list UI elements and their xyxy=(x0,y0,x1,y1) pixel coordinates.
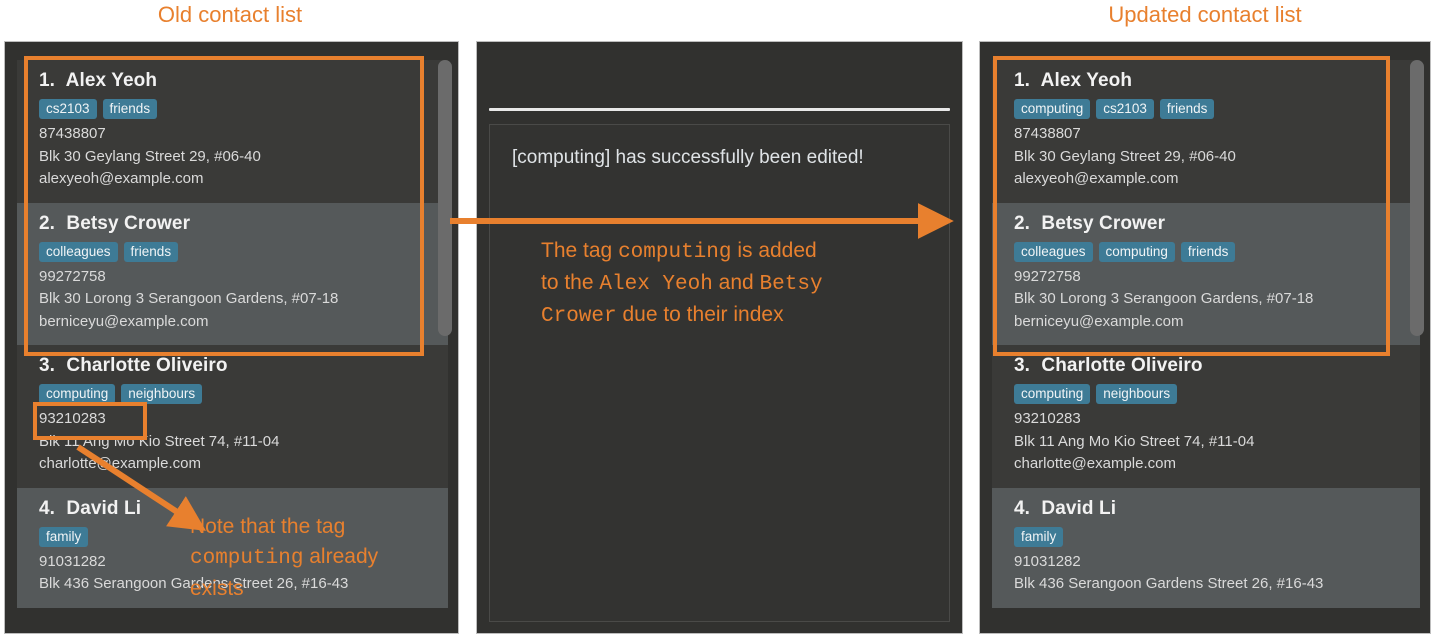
contact-phone: 99272758 xyxy=(1014,267,1081,285)
contact-address: Blk 30 Lorong 3 Serangoon Gardens, #07-1… xyxy=(39,290,339,307)
tag-chip: colleagues xyxy=(39,241,118,262)
anno-mid-line1b: is added xyxy=(731,239,817,262)
contact-card[interactable]: 3. Charlotte Oliveiro computing neighbours… xyxy=(17,345,448,488)
tag-chip: friends xyxy=(1180,241,1236,262)
contact-index: 4. xyxy=(39,497,56,519)
updated-contact-list[interactable]: 1. Alex Yeoh computing cs2103 friends 874388… xyxy=(980,42,1430,633)
contact-phone: 93210283 xyxy=(39,410,106,427)
contact-index: 3. xyxy=(39,355,56,376)
contact-phone: 87438807 xyxy=(1014,125,1081,142)
tag-chip: friends xyxy=(1159,99,1215,119)
anno-mid-line2b: and xyxy=(712,271,760,294)
tag-chip: family xyxy=(1014,526,1064,547)
anno-left-line3: exists xyxy=(190,577,244,600)
tag-chip: computing xyxy=(39,384,116,404)
contact-name: 1. Alex Yeoh xyxy=(1014,70,1133,91)
contact-card[interactable]: 1. Alex Yeoh computing cs2103 friends 874388… xyxy=(992,60,1420,203)
contact-name: 2. Betsy Crower xyxy=(39,212,191,234)
anno-mid-line1a: The tag xyxy=(541,239,619,262)
contact-address: Blk 30 Geylang Street 29, #06-40 xyxy=(1014,147,1236,165)
anno-mid-line2-mono2: Betsy xyxy=(759,273,823,296)
tag-chip: neighbours xyxy=(121,384,203,404)
tag-chip: computing xyxy=(1098,241,1175,262)
updated-contact-list-items: 1. Alex Yeoh computing cs2103 friends 874388… xyxy=(992,60,1420,608)
caption-old-contact-list: Old contact list xyxy=(157,2,303,27)
anno-mid-line3-mono: Crower xyxy=(541,305,617,328)
contact-tags: family xyxy=(1014,526,1408,548)
contact-index: 4. xyxy=(1014,497,1031,519)
app-command-result-window: [computing] has successfully been edited… xyxy=(476,41,963,634)
anno-left-line2b: already xyxy=(303,545,379,568)
contact-name: 2. Betsy Crower xyxy=(1014,212,1166,234)
contact-email: alexyeoh@example.com xyxy=(1014,170,1179,187)
result-display-box: [computing] has successfully been edited… xyxy=(489,124,950,622)
contact-tags: colleagues friends xyxy=(39,241,436,263)
contact-phone: 93210283 xyxy=(1014,410,1081,427)
updated-contact-list-window: 1. Alex Yeoh computing cs2103 friends 874388… xyxy=(979,41,1431,634)
contact-tags: computing neighbours xyxy=(1014,384,1408,405)
contact-phone: 91031282 xyxy=(1014,552,1081,570)
tag-chip: cs2103 xyxy=(39,99,97,119)
old-list-scrollbar[interactable] xyxy=(438,60,452,615)
contact-tags: computing cs2103 friends xyxy=(1014,99,1408,120)
contact-email: alexyeoh@example.com xyxy=(39,170,204,187)
tag-chip: colleagues xyxy=(1014,241,1093,262)
contact-address: Blk 30 Geylang Street 29, #06-40 xyxy=(39,147,261,165)
anno-left-mono: computing xyxy=(190,547,304,570)
contact-index: 3. xyxy=(1014,355,1031,376)
annotation-tag-added-note: The tag computing is added to the Alex Y… xyxy=(541,236,941,332)
contact-phone: 87438807 xyxy=(39,125,106,142)
contact-email: berniceyu@example.com xyxy=(39,312,209,330)
result-message: [computing] has successfully been edited… xyxy=(512,147,864,168)
updated-list-scrollbar-thumb[interactable] xyxy=(1410,60,1424,336)
contact-card[interactable]: 2. Betsy Crower colleagues friends 99272758… xyxy=(17,202,448,345)
tag-chip: computing xyxy=(1014,384,1091,404)
contact-name: 3. Charlotte Oliveiro xyxy=(1014,355,1203,376)
contact-tags: cs2103 friends xyxy=(39,99,436,120)
contact-address: Blk 436 Serangoon Gardens Street 26, #16… xyxy=(1014,575,1324,592)
contact-phone: 99272758 xyxy=(39,267,106,285)
contact-card[interactable]: 1. Alex Yeoh cs2103 friends 87438807 Blk 30 … xyxy=(17,60,448,203)
anno-mid-line2-mono: Alex Yeoh xyxy=(599,273,713,296)
contact-name: 3. Charlotte Oliveiro xyxy=(39,355,228,376)
contact-card[interactable]: 4. David Li family 91031282 Blk 436 Serango… xyxy=(992,487,1420,608)
anno-left-line1: Note that the tag xyxy=(190,515,346,538)
contact-index: 2. xyxy=(39,212,56,234)
contact-index: 1. xyxy=(39,70,56,91)
contact-card[interactable]: 2. Betsy Crower colleagues computing friend… xyxy=(992,202,1420,345)
anno-mid-line2a: to the xyxy=(541,271,600,294)
old-list-scrollbar-thumb[interactable] xyxy=(438,60,452,336)
updated-list-scrollbar[interactable] xyxy=(1410,60,1424,615)
comparison-figure: Old contact list Updated contact list 1.… xyxy=(0,0,1435,637)
tag-chip: cs2103 xyxy=(1096,99,1154,119)
contact-address: Blk 11 Ang Mo Kio Street 74, #11-04 xyxy=(1014,432,1255,450)
contact-email: charlotte@example.com xyxy=(39,455,201,472)
tag-chip: family xyxy=(39,526,89,547)
contact-name: 4. David Li xyxy=(1014,497,1117,519)
tag-chip: friends xyxy=(102,99,158,119)
tag-chip: friends xyxy=(123,241,179,262)
contact-email: charlotte@example.com xyxy=(1014,455,1176,472)
contact-card[interactable]: 3. Charlotte Oliveiro computing neighbours… xyxy=(992,345,1420,488)
tag-chip: neighbours xyxy=(1096,384,1178,404)
command-box-divider xyxy=(489,108,950,111)
contact-index: 1. xyxy=(1014,70,1031,91)
contact-address: Blk 30 Lorong 3 Serangoon Gardens, #07-1… xyxy=(1014,290,1314,307)
contact-tags: colleagues computing friends xyxy=(1014,241,1408,263)
contact-tags: computing neighbours xyxy=(39,384,436,405)
contact-address: Blk 11 Ang Mo Kio Street 74, #11-04 xyxy=(39,432,280,450)
contact-name: 1. Alex Yeoh xyxy=(39,70,158,91)
caption-updated-contact-list: Updated contact list xyxy=(1108,2,1302,27)
anno-mid-line3b: due to their index xyxy=(616,303,784,326)
contact-email: berniceyu@example.com xyxy=(1014,312,1184,330)
contact-index: 2. xyxy=(1014,212,1031,234)
tag-chip: computing xyxy=(1014,99,1091,119)
annotation-tag-exists-note: Note that the tag computing already exis… xyxy=(190,512,430,604)
anno-mid-line1-mono: computing xyxy=(618,241,732,264)
